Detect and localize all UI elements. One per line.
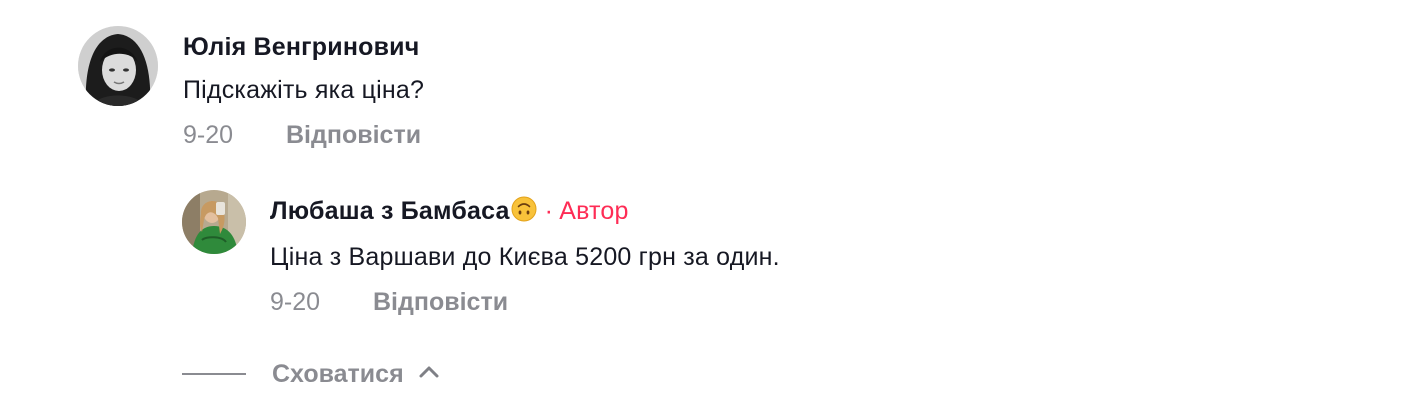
reply-author[interactable]: Любаша з Бамбаса — [270, 197, 510, 225]
reply-item: Любаша з Бамбаса · Автор Ціна з Варшави д… — [182, 190, 780, 317]
divider-line — [182, 373, 246, 375]
comment-author[interactable]: Юлія Венгринович — [183, 32, 424, 62]
comment-text: Підскажіть яка ціна? — [183, 76, 425, 104]
commenter-avatar[interactable] — [78, 26, 158, 106]
reply-author-line: Любаша з Бамбаса · Автор — [270, 196, 780, 229]
chevron-up-icon — [418, 365, 440, 384]
comment-meta: 9-20 Відповісти — [183, 120, 424, 150]
reply-text: Ціна з Варшави до Києва 5200 грн за один… — [270, 243, 780, 271]
hide-replies-label: Сховатися — [272, 360, 404, 388]
author-badge: Автор — [559, 197, 629, 225]
upside-down-face-emoji-icon — [511, 196, 537, 229]
comment-date: 9-20 — [183, 121, 234, 149]
comment-body: Юлія Венгринович Підскажіть яка ціна? 9-… — [183, 26, 424, 150]
hide-replies-button[interactable]: Сховатися — [182, 359, 440, 389]
reply-button[interactable]: Відповісти — [373, 288, 508, 316]
separator-dot: · — [544, 197, 554, 225]
reply-date: 9-20 — [270, 288, 321, 316]
reply-author-avatar[interactable] — [182, 190, 246, 254]
reply-meta: 9-20 Відповісти — [270, 287, 780, 317]
comment-item: Юлія Венгринович Підскажіть яка ціна? 9-… — [78, 26, 424, 150]
reply-body: Любаша з Бамбаса · Автор Ціна з Варшави д… — [270, 190, 780, 317]
reply-button[interactable]: Відповісти — [286, 121, 421, 149]
